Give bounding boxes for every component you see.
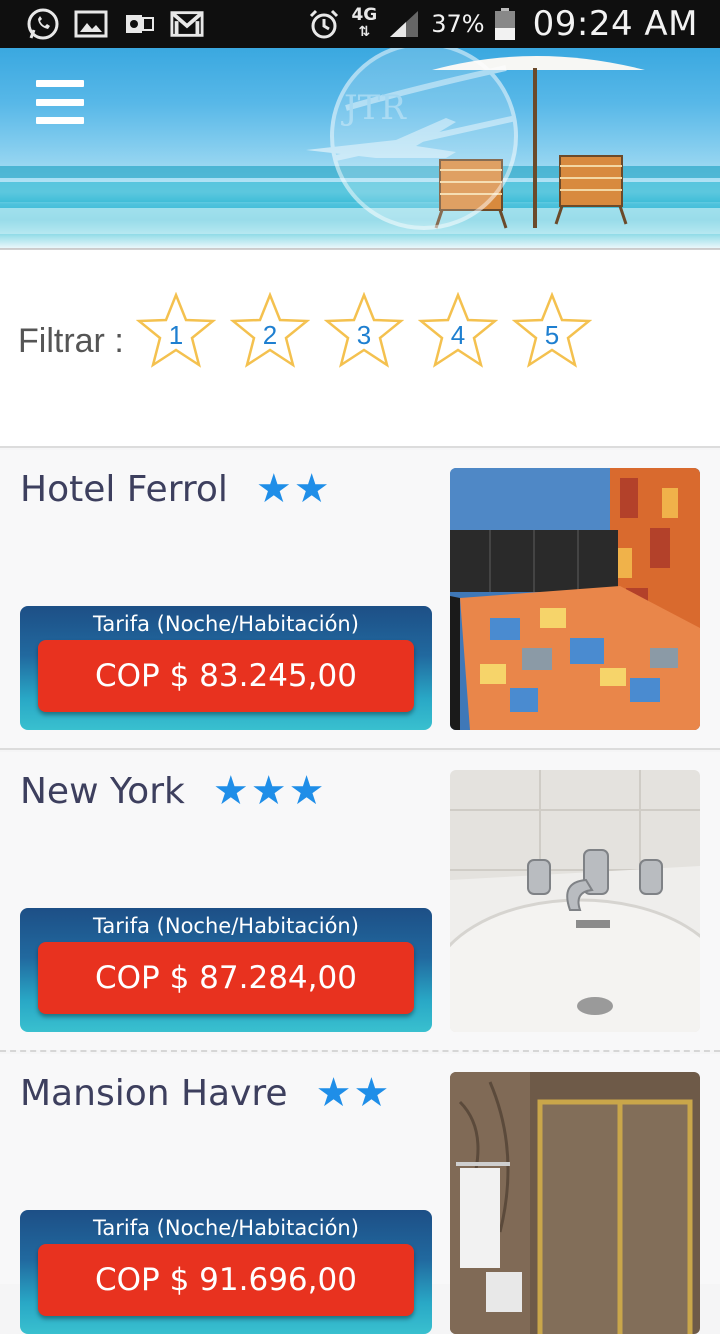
hotel-name-row: New York ★★★ [20, 768, 326, 814]
filter-star-4[interactable]: 4 [418, 292, 498, 370]
network-type: 4G [351, 5, 378, 25]
filter-star-number: 5 [544, 320, 560, 350]
hotel-name: Hotel Ferrol [20, 468, 228, 510]
tarifa-label: Tarifa (Noche/Habitación) [93, 1216, 359, 1240]
whatsapp-icon [26, 7, 60, 41]
hotel-rating-stars: ★★ [255, 466, 332, 512]
filter-star-number: 3 [356, 320, 372, 350]
filter-star-number: 4 [450, 320, 466, 350]
hotel-name: Mansion Havre [20, 1072, 288, 1114]
filter-star-1[interactable]: 1 [136, 292, 216, 370]
filter-star-number: 2 [262, 320, 278, 350]
hotel-card[interactable]: Mansion Havre ★★ Tarifa (Noche/Habitació… [0, 1054, 720, 1334]
notification-icons [26, 6, 204, 42]
gmail-icon [170, 7, 204, 41]
price-box: Tarifa (Noche/Habitación) COP $ 87.284,0… [20, 908, 432, 1032]
clock: 09:24 AM [532, 4, 698, 44]
filter-star-2[interactable]: 2 [230, 292, 310, 370]
hotel-name-row: Hotel Ferrol ★★ [20, 466, 332, 512]
hotel-name-row: Mansion Havre ★★ [20, 1070, 391, 1116]
system-icons: 4G ⇅ 37% 09:24 AM [307, 4, 698, 44]
data-arrows-icon: ⇅ [358, 24, 371, 40]
price-button[interactable]: COP $ 87.284,00 [38, 942, 414, 1014]
alarm-icon [307, 7, 341, 41]
network-4g-icon: 4G ⇅ [351, 7, 377, 41]
hotel-room-bed-photo[interactable] [450, 468, 700, 730]
hamburger-menu-icon[interactable] [36, 80, 84, 124]
tarifa-label: Tarifa (Noche/Habitación) [93, 914, 359, 938]
tarifa-label: Tarifa (Noche/Habitación) [93, 612, 359, 636]
hotel-rating-stars: ★★ [315, 1070, 392, 1116]
filter-star-5[interactable]: 5 [512, 292, 592, 370]
gallery-icon [74, 7, 108, 41]
outlook-icon [122, 7, 156, 41]
battery-icon [494, 8, 515, 40]
hotel-card[interactable]: New York ★★★ Tarifa (Noche/Habitación) C… [0, 752, 720, 1050]
filter-label: Filtrar : [18, 322, 124, 360]
hotel-name: New York [20, 770, 185, 812]
hotel-rating-stars: ★★★ [212, 768, 327, 814]
filter-star-3[interactable]: 3 [324, 292, 404, 370]
shower-photo[interactable] [450, 1072, 700, 1334]
battery-percent: 37% [431, 10, 485, 38]
header-banner: JTR [0, 48, 720, 248]
filter-star-number: 1 [168, 320, 184, 350]
card-divider [0, 748, 720, 750]
status-bar: 4G ⇅ 37% 09:24 AM [0, 0, 720, 48]
bathroom-sink-photo[interactable] [450, 770, 700, 1032]
price-box: Tarifa (Noche/Habitación) COP $ 83.245,0… [20, 606, 432, 730]
price-button[interactable]: COP $ 83.245,00 [38, 640, 414, 712]
price-box: Tarifa (Noche/Habitación) COP $ 91.696,0… [20, 1210, 432, 1334]
price-button[interactable]: COP $ 91.696,00 [38, 1244, 414, 1316]
jtr-logo: JTR [306, 48, 536, 238]
card-divider [0, 1050, 720, 1052]
star-filter: Filtrar : 1 2 3 4 5 [0, 250, 720, 448]
hotel-card[interactable]: Hotel Ferrol ★★ Tarifa (Noche/Habitación… [0, 450, 720, 748]
signal-icon [387, 7, 421, 41]
logo-text: JTR [344, 88, 406, 128]
filter-star-list: 1 2 3 4 5 [136, 292, 592, 370]
